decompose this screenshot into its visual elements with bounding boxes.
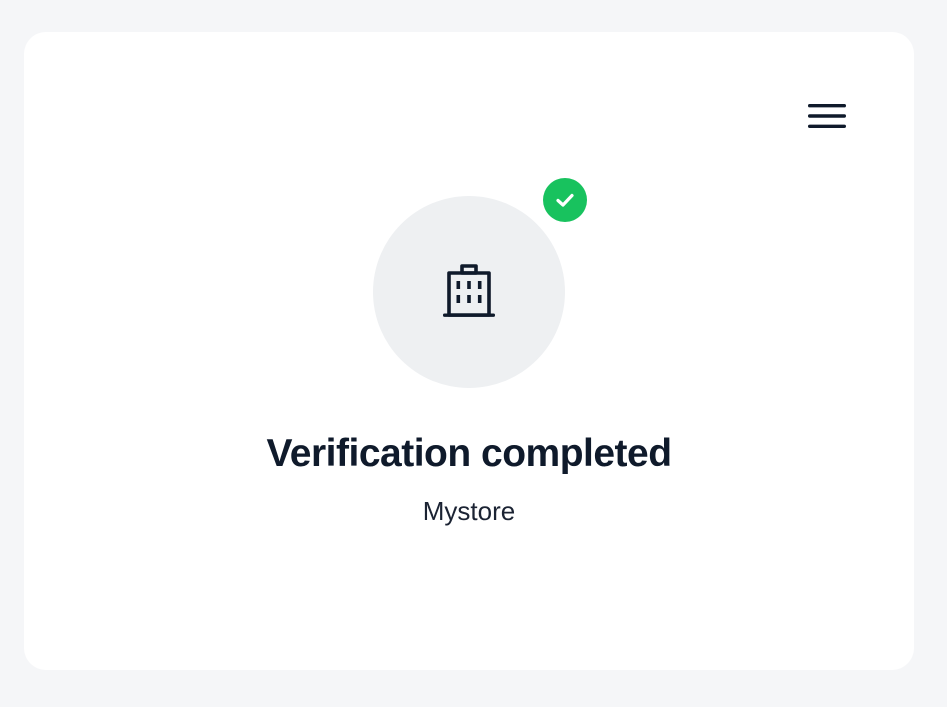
store-avatar [373,196,565,388]
verification-card: Verification completed Mystore [24,32,914,670]
store-name: Mystore [422,496,516,526]
verified-badge [543,178,587,222]
verification-title: Verification completed [266,432,672,475]
menu-button[interactable] [800,92,854,140]
hamburger-menu-icon [808,104,846,128]
checkmark-icon [556,193,574,207]
building-icon [443,264,495,317]
